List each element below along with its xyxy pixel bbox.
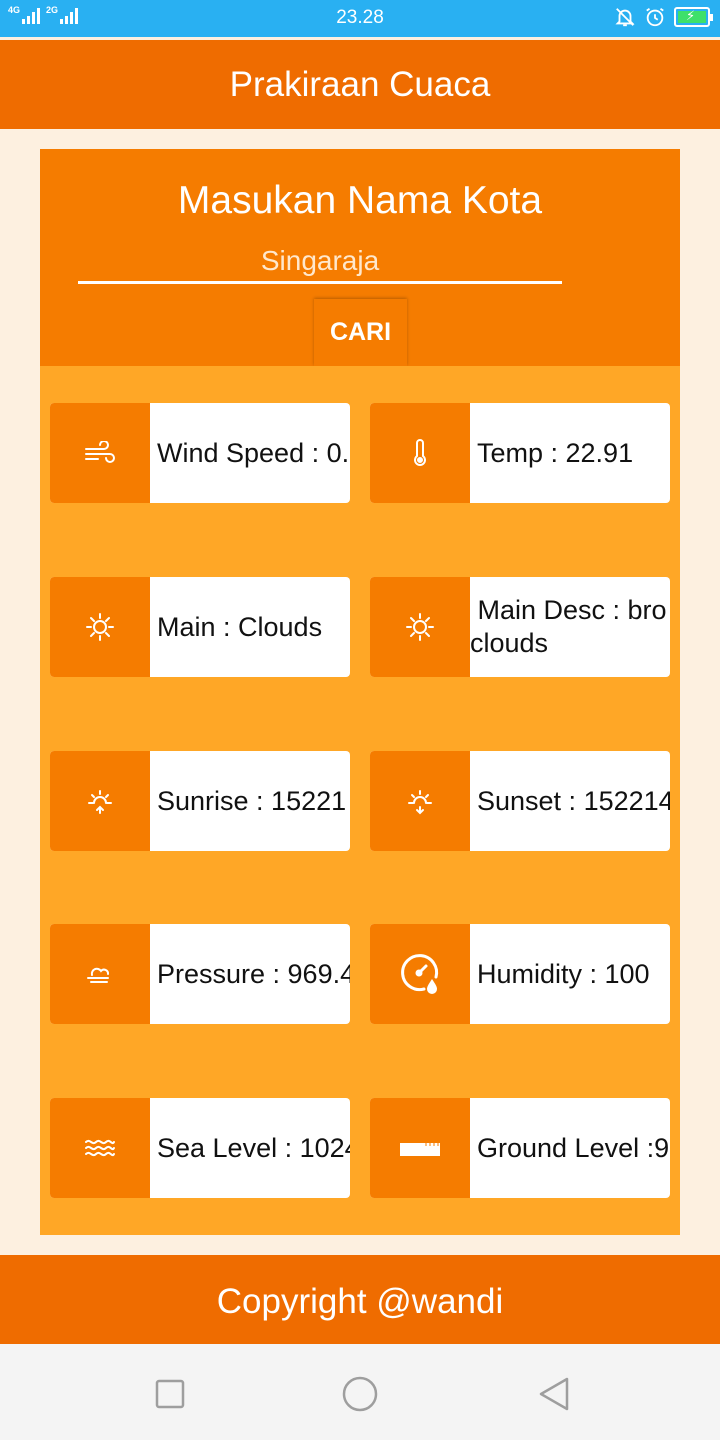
- footer-copyright: Copyright @wandi: [0, 1255, 720, 1344]
- temp-label: Temp : 22.91: [477, 437, 634, 468]
- back-button[interactable]: [534, 1374, 574, 1414]
- ground-level-label: Ground Level :9: [477, 1132, 670, 1163]
- search-title: Masukan Nama Kota: [177, 179, 543, 222]
- tile-pressure: Pressure : 969.4: [50, 924, 350, 1024]
- battery-charging-icon: [674, 7, 713, 27]
- humidity-gauge-icon: [401, 954, 439, 994]
- sunrise-label: Sunrise : 15221: [157, 785, 347, 816]
- wind-speed-label: Wind Speed : 0.: [157, 437, 350, 468]
- home-button[interactable]: [340, 1374, 380, 1414]
- humidity-label: Humidity : 100: [477, 958, 650, 989]
- system-nav-bar: [0, 1344, 720, 1440]
- back-icon: [539, 1377, 569, 1411]
- tile-wind-speed: Wind Speed : 0.: [50, 403, 350, 503]
- sea-level-label: Sea Level : 1024: [157, 1132, 350, 1163]
- main-label: Main : Clouds: [157, 611, 323, 642]
- tile-main: Main : Clouds: [50, 577, 350, 677]
- alarm-icon: [646, 7, 664, 27]
- tile-humidity: Humidity : 100: [370, 924, 670, 1024]
- weather-grid: Wind Speed : 0. Temp : 22.91 Main : Clou…: [40, 366, 680, 1235]
- recent-apps-button[interactable]: [150, 1374, 190, 1414]
- status-bar: 4G 2G 23.28: [0, 0, 720, 37]
- waves-icon: [85, 1139, 115, 1157]
- tile-ground-level: Ground Level :9: [370, 1098, 670, 1198]
- main-desc-line-2: clouds: [470, 628, 549, 658]
- tile-main-desc: Main Desc : bro clouds: [370, 577, 670, 677]
- cloud-wind-icon: [87, 967, 109, 983]
- status-time: 23.28: [336, 7, 384, 28]
- main-desc-label: Main Desc : bro clouds: [470, 577, 670, 677]
- tile-temp: Temp : 22.91: [370, 403, 670, 503]
- sunset-icon: [408, 790, 432, 815]
- app-title: Prakiraan Cuaca: [0, 40, 720, 129]
- sun-icon: [406, 613, 434, 641]
- city-input-wrapper: [78, 245, 562, 284]
- bell-off-icon: [615, 8, 635, 27]
- sunrise-icon: [88, 790, 112, 814]
- search-button[interactable]: CARI: [314, 299, 407, 366]
- tile-sunset: Sunset : 152214: [370, 751, 670, 851]
- thermometer-icon: [414, 439, 426, 466]
- tile-sea-level: Sea Level : 1024: [50, 1098, 350, 1198]
- city-input[interactable]: [78, 245, 562, 284]
- ground-level-icon: [400, 1143, 440, 1156]
- pressure-label: Pressure : 969.4: [157, 958, 350, 989]
- sunset-label: Sunset : 152214: [477, 785, 670, 816]
- main-desc-line-1: Main Desc : bro: [470, 595, 667, 625]
- recent-apps-icon: [155, 1379, 185, 1409]
- tile-sunrise: Sunrise : 15221: [50, 751, 350, 851]
- home-icon: [342, 1376, 378, 1412]
- sun-icon: [86, 613, 114, 641]
- wind-icon: [85, 441, 115, 463]
